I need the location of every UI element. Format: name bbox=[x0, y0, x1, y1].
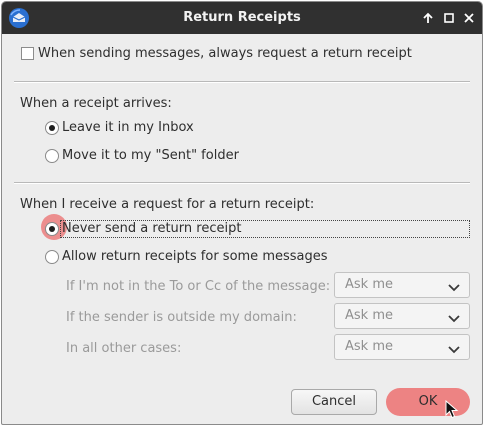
radio-never-send-label: Never send a return receipt bbox=[62, 221, 242, 236]
rule-outside-domain-value: Ask me bbox=[345, 308, 393, 323]
radio-leave-in-inbox-indicator[interactable] bbox=[45, 120, 59, 135]
rule-other-cases-value: Ask me bbox=[345, 339, 393, 354]
rule-outside-domain-label: If the sender is outside my domain: bbox=[66, 310, 297, 325]
radio-allow-some-label: Allow return receipts for some messages bbox=[62, 249, 328, 264]
radio-allow-some-indicator[interactable] bbox=[45, 249, 59, 264]
cancel-button[interactable]: Cancel bbox=[291, 389, 377, 415]
radio-never-send[interactable]: Never send a return receipt bbox=[45, 221, 241, 236]
close-button[interactable] bbox=[462, 11, 476, 25]
radio-move-to-sent[interactable]: Move it to my "Sent" folder bbox=[45, 148, 239, 163]
arrival-heading: When a receipt arrives: bbox=[20, 96, 172, 111]
chevron-down-icon bbox=[448, 281, 460, 296]
always-request-label: When sending messages, always request a … bbox=[38, 46, 412, 61]
rule-not-in-to-cc-select[interactable]: Ask me bbox=[334, 272, 470, 298]
rule-outside-domain-select[interactable]: Ask me bbox=[334, 303, 470, 329]
return-receipts-dialog: Return Receipts When sending messages, a… bbox=[1, 1, 483, 425]
title-bar: Return Receipts bbox=[2, 2, 482, 34]
mouse-pointer-icon bbox=[445, 399, 459, 424]
always-request-checkbox[interactable] bbox=[21, 47, 34, 60]
always-request-row[interactable]: When sending messages, always request a … bbox=[21, 46, 412, 61]
radio-leave-in-inbox[interactable]: Leave it in my Inbox bbox=[45, 120, 194, 135]
keep-above-button[interactable] bbox=[421, 11, 435, 25]
radio-move-to-sent-label: Move it to my "Sent" folder bbox=[62, 148, 239, 163]
request-heading: When I receive a request for a return re… bbox=[20, 197, 315, 212]
rule-other-cases-label: In all other cases: bbox=[66, 341, 182, 356]
separator bbox=[14, 81, 470, 83]
rule-not-in-to-cc-label: If I'm not in the To or Cc of the messag… bbox=[66, 279, 331, 294]
chevron-down-icon bbox=[448, 312, 460, 327]
radio-leave-in-inbox-label: Leave it in my Inbox bbox=[62, 120, 194, 135]
maximize-button[interactable] bbox=[442, 11, 456, 25]
chevron-down-icon bbox=[448, 343, 460, 358]
radio-move-to-sent-indicator[interactable] bbox=[45, 148, 59, 163]
rule-not-in-to-cc-value: Ask me bbox=[345, 277, 393, 292]
radio-never-send-indicator[interactable] bbox=[45, 221, 59, 236]
rule-other-cases-select[interactable]: Ask me bbox=[334, 334, 470, 360]
separator bbox=[14, 182, 470, 184]
radio-allow-some[interactable]: Allow return receipts for some messages bbox=[45, 249, 328, 264]
window-title: Return Receipts bbox=[183, 10, 301, 25]
